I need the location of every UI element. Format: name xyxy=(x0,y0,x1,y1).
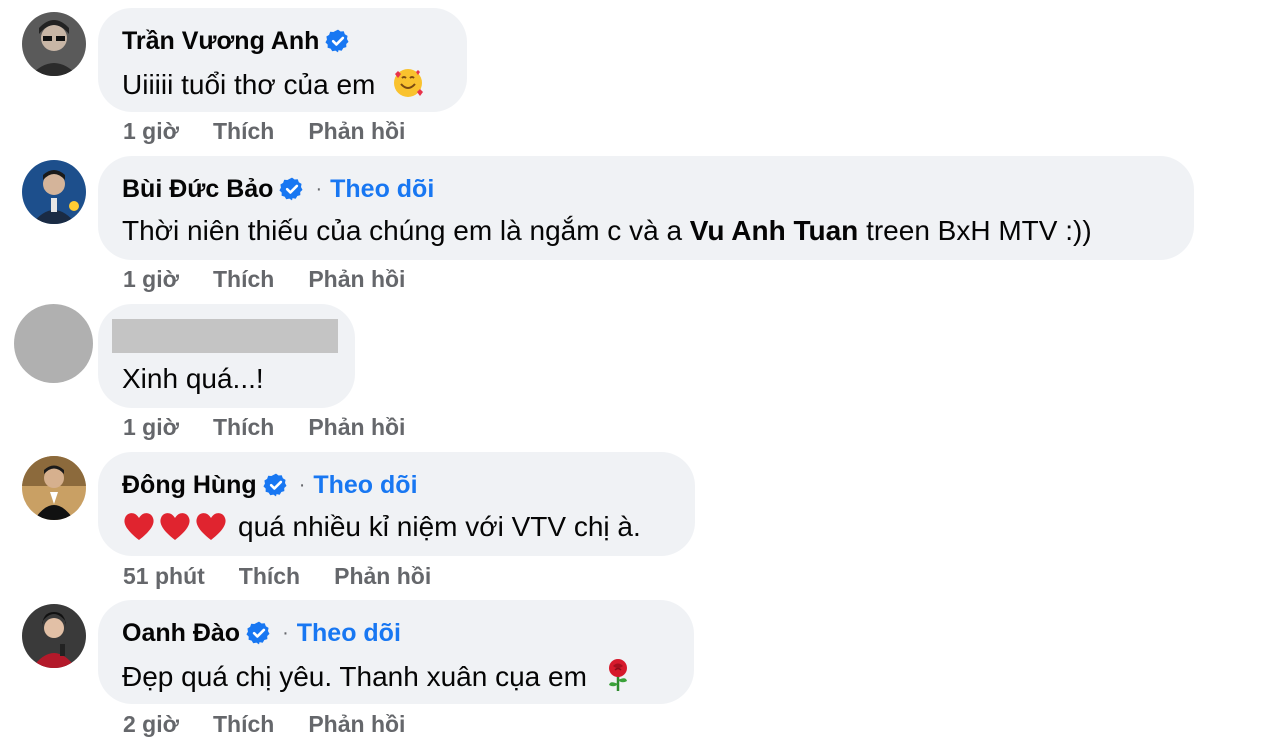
comment-bubble: Trần Vương Anh Uiiiii tuổi thơ của em xyxy=(98,8,467,112)
comment-time[interactable]: 1 giờ xyxy=(123,265,179,293)
comment-text: quá nhiều kỉ niệm với VTV chị à. xyxy=(238,511,641,542)
comment-text: Uiiiii tuổi thơ của em xyxy=(122,69,376,100)
like-button[interactable]: Thích xyxy=(213,413,274,441)
commenter-name[interactable]: Oanh Đào xyxy=(122,618,240,648)
comment-time[interactable]: 51 phút xyxy=(123,562,205,590)
avatar[interactable] xyxy=(22,604,86,668)
comment-time[interactable]: 2 giờ xyxy=(123,710,179,738)
comment-bubble: Xinh quá...! xyxy=(98,304,355,408)
red-heart-icon xyxy=(158,510,192,542)
comment-text: Thời niên thiếu của chúng em là ngắm c v… xyxy=(122,214,1092,248)
redacted-name xyxy=(112,319,338,353)
comment-text: Xinh quá...! xyxy=(122,363,264,394)
follow-button[interactable]: Theo dõi xyxy=(313,470,417,500)
comment-text-part: Thời niên thiếu của chúng em là ngắm c v… xyxy=(122,215,690,246)
comment-bubble: Đông Hùng · Theo dõi quá nhiều kỉ niệm v… xyxy=(98,452,695,556)
verified-badge-icon xyxy=(263,472,289,498)
reply-button[interactable]: Phản hồi xyxy=(308,117,405,145)
red-heart-icon xyxy=(194,510,228,542)
red-heart-icon xyxy=(122,510,156,542)
avatar[interactable] xyxy=(22,160,86,224)
avatar-photo xyxy=(22,456,86,520)
mentioned-user-link[interactable]: Vu Anh Tuan xyxy=(690,215,859,246)
reply-button[interactable]: Phản hồi xyxy=(334,562,431,590)
separator-dot: · xyxy=(282,622,289,644)
avatar-photo xyxy=(22,12,86,76)
comment-text: Đẹp quá chị yêu. Thanh xuân cụa em xyxy=(122,661,587,692)
like-button[interactable]: Thích xyxy=(239,562,300,590)
comment-text-part: treen BxH MTV :)) xyxy=(858,215,1092,246)
verified-badge-icon xyxy=(279,176,305,202)
smiling-face-with-hearts-icon xyxy=(391,66,425,108)
rose-icon xyxy=(603,658,633,700)
like-button[interactable]: Thích xyxy=(213,265,274,293)
commenter-name[interactable]: Bùi Đức Bảo xyxy=(122,174,273,204)
comment-time[interactable]: 1 giờ xyxy=(123,117,179,145)
follow-button[interactable]: Theo dõi xyxy=(330,174,434,204)
comment-time[interactable]: 1 giờ xyxy=(123,413,179,441)
follow-button[interactable]: Theo dõi xyxy=(297,618,401,648)
verified-badge-icon xyxy=(246,620,272,646)
separator-dot: · xyxy=(315,178,323,200)
commenter-name[interactable]: Trần Vương Anh xyxy=(122,26,319,56)
avatar-photo xyxy=(22,604,86,668)
avatar-placeholder[interactable] xyxy=(14,304,93,383)
like-button[interactable]: Thích xyxy=(213,117,274,145)
avatar-photo xyxy=(22,160,86,224)
reply-button[interactable]: Phản hồi xyxy=(308,710,405,738)
comment-bubble: Oanh Đào · Theo dõi Đẹp quá chị yêu. Tha… xyxy=(98,600,694,704)
avatar[interactable] xyxy=(22,12,86,76)
verified-badge-icon xyxy=(325,28,351,54)
reply-button[interactable]: Phản hồi xyxy=(308,265,405,293)
avatar[interactable] xyxy=(22,456,86,520)
separator-dot: · xyxy=(298,474,306,496)
comment-bubble: Bùi Đức Bảo · Theo dõi Thời niên thiếu c… xyxy=(98,156,1194,260)
like-button[interactable]: Thích xyxy=(213,710,274,738)
reply-button[interactable]: Phản hồi xyxy=(308,413,405,441)
commenter-name[interactable]: Đông Hùng xyxy=(122,470,257,500)
